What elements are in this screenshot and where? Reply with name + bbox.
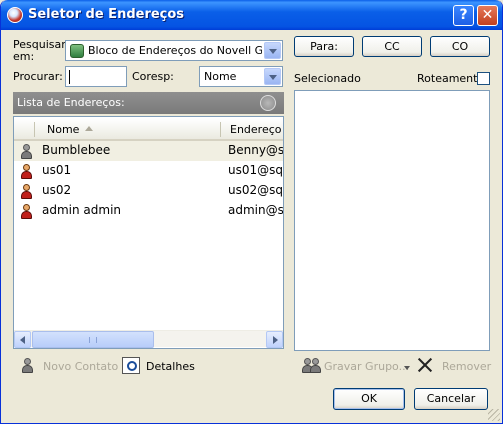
column-separator[interactable]: [220, 122, 221, 137]
title-bar[interactable]: Seletor de Endereços ? ✕: [1, 0, 502, 30]
scroll-left-button[interactable]: [14, 331, 31, 348]
address-list[interactable]: Nome Endereço de e-mail Bumblebee Benny@…: [13, 116, 284, 349]
routing-label: Roteamento: [417, 72, 485, 85]
cc-button[interactable]: CC: [362, 36, 422, 57]
cancel-button[interactable]: Cancelar: [414, 388, 488, 410]
scroll-thumb[interactable]: [32, 331, 154, 348]
ok-button[interactable]: OK: [333, 388, 405, 410]
selected-recipients-list[interactable]: [294, 90, 490, 351]
contact-email: us01@sqa: [228, 163, 283, 177]
table-row[interactable]: Bumblebee Benny@sqa: [14, 141, 283, 161]
contact-name: admin admin: [42, 203, 122, 217]
to-button[interactable]: Para:: [294, 36, 354, 57]
remove-icon: [417, 357, 433, 373]
address-book-combo[interactable]: Bloco de Endereços do Novell GroupWise: [65, 40, 283, 61]
bc-button[interactable]: CO: [430, 36, 490, 57]
details-icon: [122, 357, 140, 374]
globe-icon[interactable]: [260, 95, 276, 111]
list-header: Nome Endereço de e-mail: [14, 119, 283, 141]
text-caret: [69, 70, 70, 84]
app-icon: [7, 7, 23, 23]
chevron-down-icon[interactable]: [264, 42, 281, 59]
find-input[interactable]: [65, 66, 127, 87]
new-contact-button[interactable]: Novo Contato: [43, 360, 118, 373]
remove-button[interactable]: Remover: [442, 360, 491, 373]
column-header-email[interactable]: Endereço de e-mail: [230, 123, 283, 136]
help-button[interactable]: ?: [453, 5, 474, 26]
person-red-icon: [20, 164, 32, 179]
match-label: Coresp:: [132, 70, 174, 83]
column-header-name[interactable]: Nome: [47, 123, 79, 136]
details-button[interactable]: Detalhes: [146, 360, 195, 373]
horizontal-scrollbar[interactable]: [14, 330, 283, 348]
selected-label: Selecionado: [294, 72, 361, 85]
table-row[interactable]: us01 us01@sqa: [14, 161, 283, 181]
address-selector-window: Seletor de Endereços ? ✕ Pesquisar em: B…: [0, 0, 503, 424]
contact-email: Benny@sqa: [228, 143, 283, 157]
address-list-header: Lista de Endereços:: [13, 92, 284, 114]
chevron-down-icon[interactable]: [404, 366, 410, 370]
address-book-icon: [70, 44, 84, 58]
chevron-down-icon[interactable]: [264, 68, 281, 85]
save-group-button[interactable]: Gravar Grupo...: [324, 360, 409, 373]
contact-email: us02@sqa: [228, 183, 283, 197]
contact-email: admin@sqa: [228, 203, 283, 217]
address-list-title: Lista de Endereços:: [17, 96, 125, 109]
address-book-value: Bloco de Endereços do Novell GroupWise: [88, 44, 262, 57]
match-value: Nome: [204, 70, 237, 83]
contact-name: us01: [42, 163, 72, 177]
person-red-icon: [20, 204, 32, 219]
contact-name: us02: [42, 183, 72, 197]
resize-grip[interactable]: [488, 409, 500, 421]
routing-checkbox[interactable]: [477, 72, 490, 85]
scroll-right-button[interactable]: [266, 331, 283, 348]
new-contact-icon: [21, 358, 33, 373]
person-red-icon: [20, 184, 32, 199]
table-row[interactable]: us02 us02@sqa: [14, 181, 283, 201]
window-title: Seletor de Endereços: [28, 7, 185, 22]
sort-ascending-icon: [85, 126, 93, 131]
save-group-icon-2: [309, 358, 321, 373]
table-row[interactable]: admin admin admin@sqa: [14, 201, 283, 221]
search-in-label-2: em:: [13, 50, 35, 63]
match-combo[interactable]: Nome: [199, 66, 283, 87]
find-label: Procurar:: [13, 70, 63, 83]
column-separator[interactable]: [34, 122, 35, 137]
contact-name: Bumblebee: [42, 143, 111, 157]
person-gray-icon: [20, 144, 32, 159]
close-button[interactable]: ✕: [477, 5, 498, 26]
